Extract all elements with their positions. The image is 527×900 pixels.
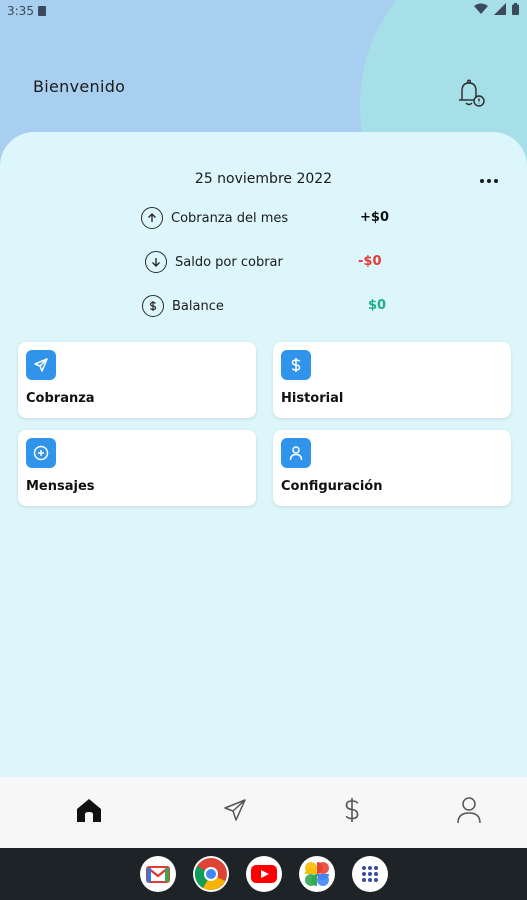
dollar-icon [281,350,311,380]
gmail-icon[interactable] [140,856,176,892]
stat-label: Cobranza del mes [171,210,289,226]
stat-row-balance: Balance [142,294,224,318]
chrome-icon[interactable] [193,856,229,892]
dot [494,179,498,183]
status-bar: 3:35 [0,0,527,24]
plus-circle-icon [26,438,56,468]
stat-row-cobranza: Cobranza del mes [141,206,288,230]
notification-bell-icon[interactable] [452,76,488,112]
more-options-button[interactable] [480,174,504,188]
app-drawer-icon[interactable] [352,856,388,892]
card-title: Configuración [281,479,383,494]
current-date: 25 noviembre 2022 [194,171,333,187]
stat-row-saldo: Saldo por cobrar [145,250,283,274]
user-icon [281,438,311,468]
stat-label: Saldo por cobrar [175,254,283,270]
card-mensajes[interactable]: Mensajes [18,430,256,506]
nav-dollar-icon[interactable] [337,795,367,825]
sd-card-icon [38,6,46,16]
main-panel: 25 noviembre 2022 Cobranza del mes +$0 S… [0,132,527,777]
bottom-navigation [0,777,527,848]
stat-value-balance: $0 [368,298,387,313]
signal-icon [494,3,506,15]
youtube-icon[interactable] [246,856,282,892]
dot [487,179,491,183]
nav-home-icon[interactable] [74,795,104,825]
dollar-circle-icon [142,295,164,317]
arrow-down-circle-icon [145,251,167,273]
wifi-icon [474,3,488,14]
card-title: Mensajes [26,479,95,494]
card-title: Cobranza [26,391,95,406]
greeting-title: Bienvenido [33,77,126,96]
system-dock [0,848,527,900]
card-title: Historial [281,391,344,406]
battery-icon [512,3,519,15]
send-icon [26,350,56,380]
photos-icon[interactable] [299,856,335,892]
dot [480,179,484,183]
nav-send-icon[interactable] [220,795,250,825]
status-icons [474,3,519,15]
stat-value-saldo: -$0 [358,254,382,269]
stat-value-cobranza: +$0 [360,210,389,225]
stat-label: Balance [172,298,224,314]
card-cobranza[interactable]: Cobranza [18,342,256,418]
arrow-up-circle-icon [141,207,163,229]
nav-user-icon[interactable] [454,795,484,825]
card-configuracion[interactable]: Configuración [273,430,511,506]
card-historial[interactable]: Historial [273,342,511,418]
status-time: 3:35 [7,4,34,18]
